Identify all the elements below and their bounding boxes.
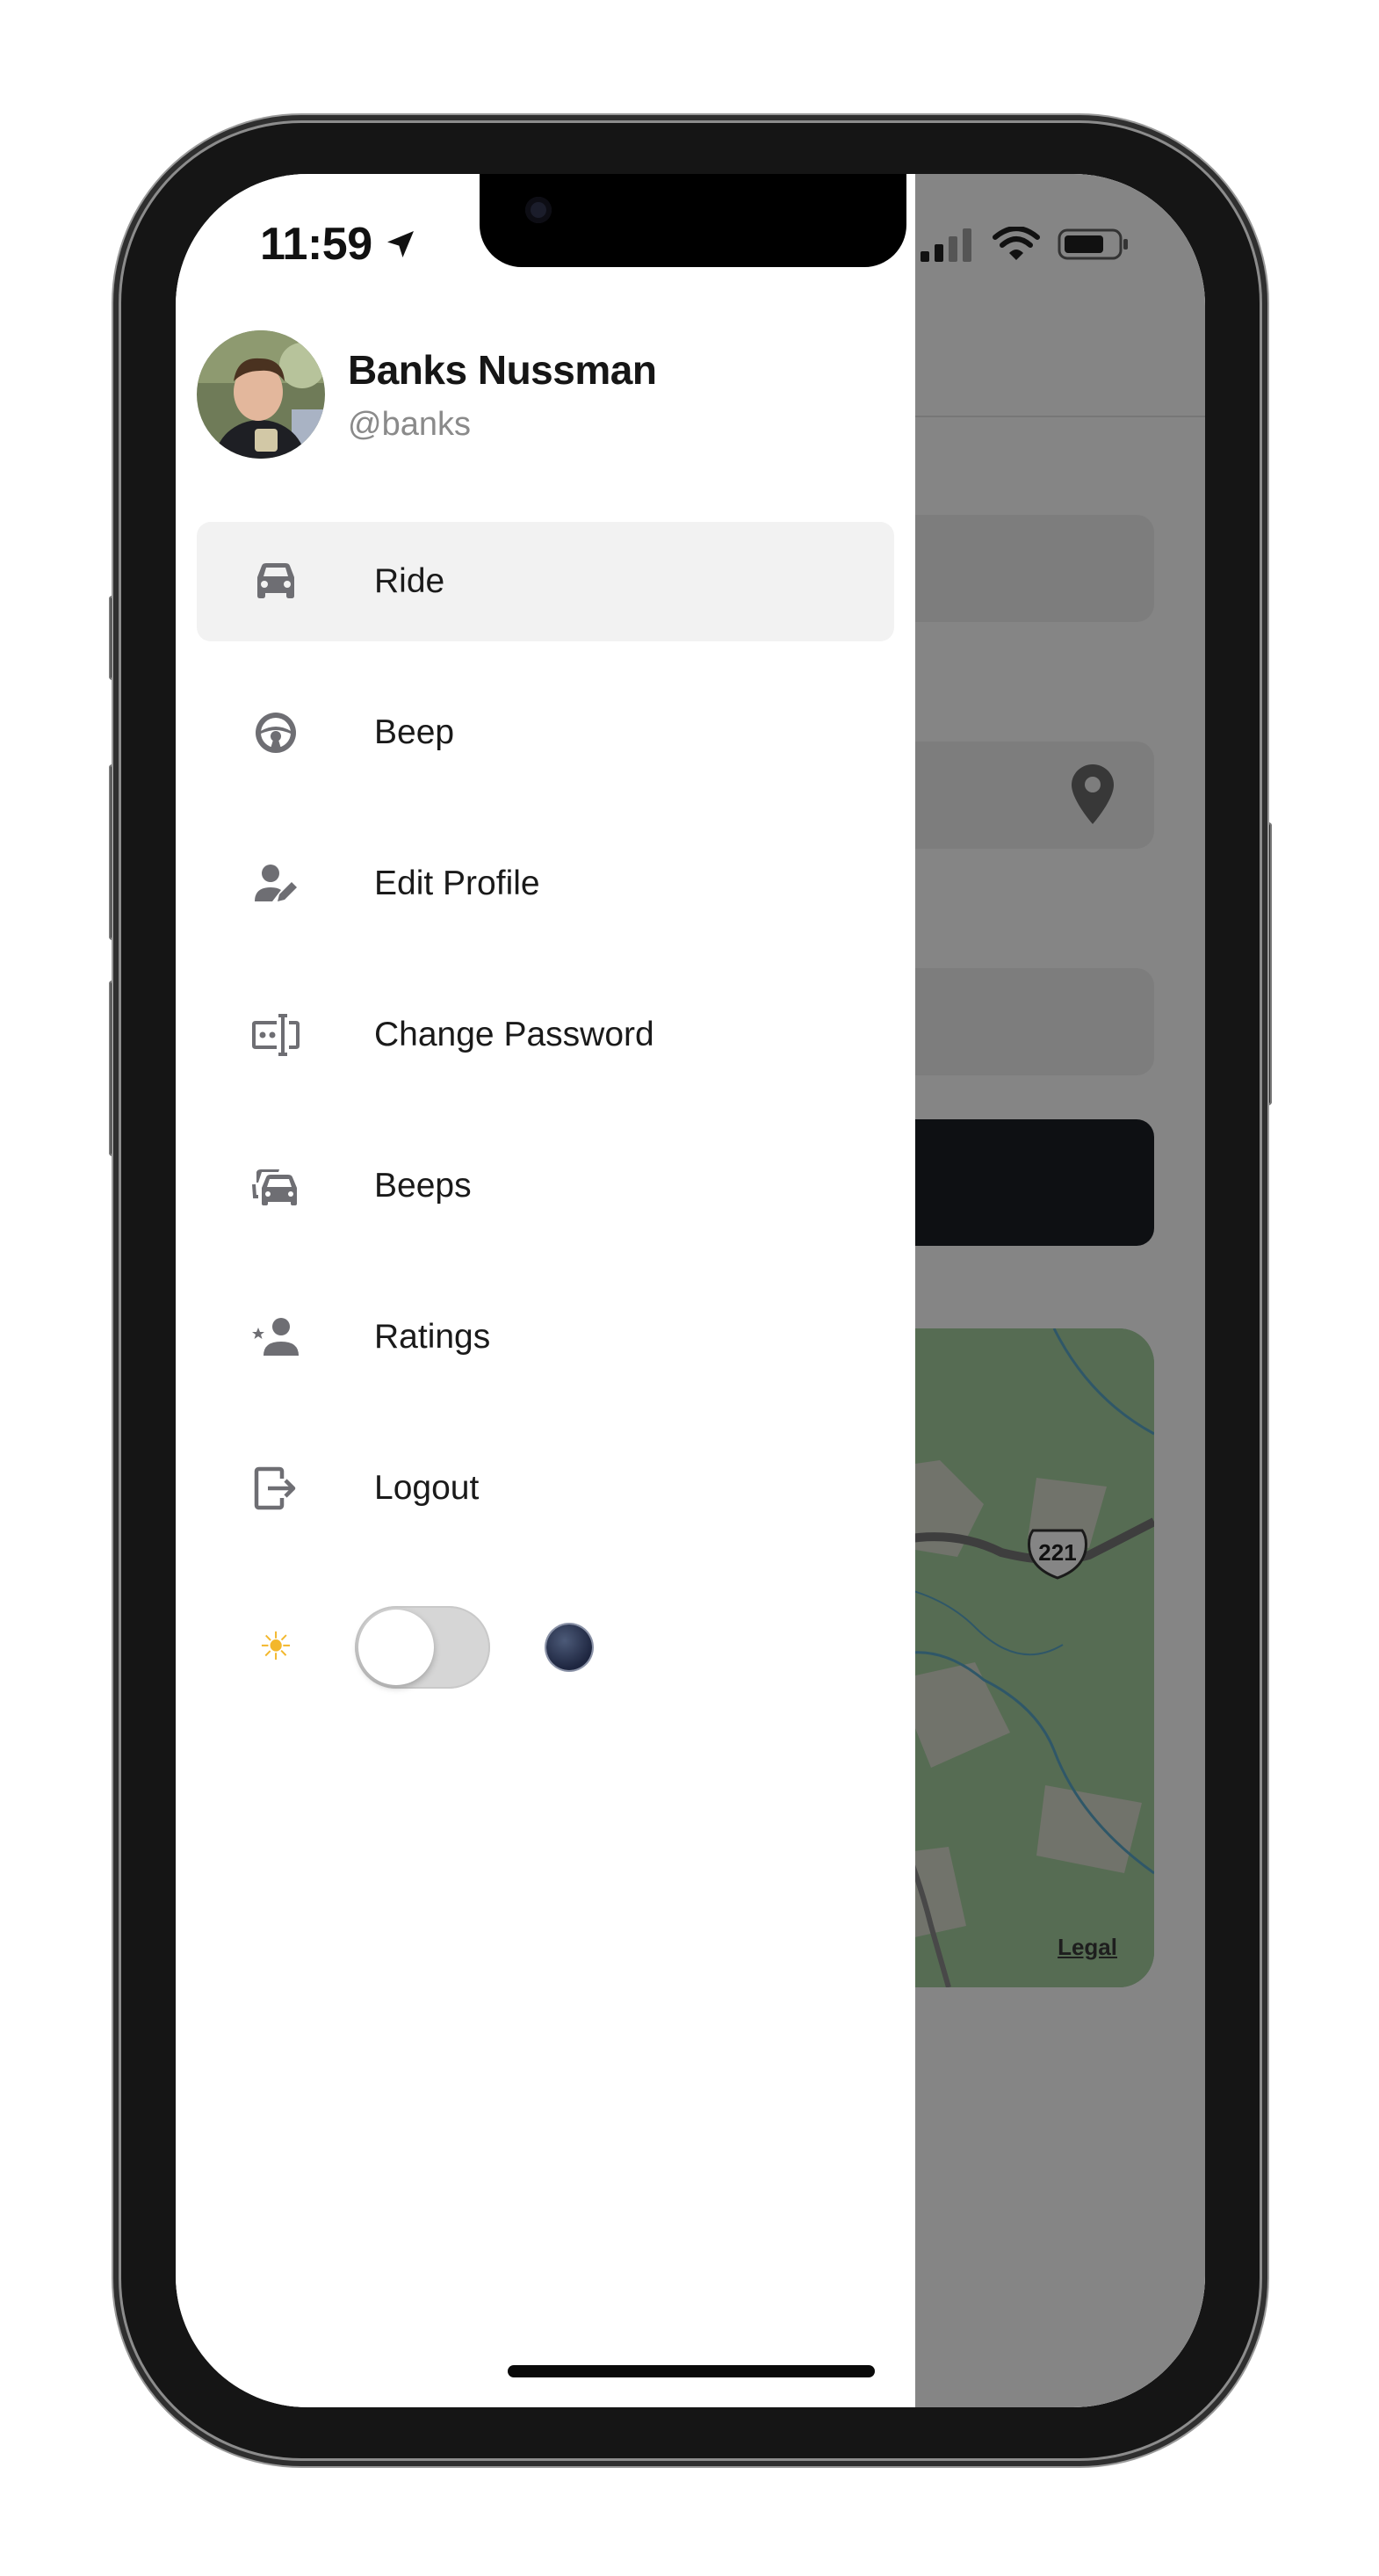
volume-up-button <box>109 764 119 940</box>
steering-wheel-icon <box>249 706 302 759</box>
menu-item-ride[interactable]: Ride <box>197 522 894 641</box>
battery-icon <box>1058 228 1128 260</box>
wifi-icon <box>993 227 1040 260</box>
avatar-photo <box>197 330 325 459</box>
car-icon <box>249 555 302 608</box>
menu-label-beep: Beep <box>374 713 455 751</box>
password-field-icon <box>249 1009 302 1061</box>
device-notch <box>480 174 906 267</box>
menu-label-change-password: Change Password <box>374 1016 654 1053</box>
front-camera <box>525 197 552 223</box>
theme-switcher: ☀ <box>251 1606 592 1689</box>
cars-multiple-icon <box>249 1160 302 1212</box>
menu-item-beeps[interactable]: Beeps <box>197 1126 894 1246</box>
menu-item-beep[interactable]: Beep <box>197 673 894 792</box>
home-indicator[interactable] <box>508 2365 875 2377</box>
account-star-icon <box>249 1311 302 1364</box>
status-time: 11:59 <box>260 219 372 270</box>
sun-icon: ☀ <box>258 1625 293 1668</box>
silent-switch <box>109 596 119 680</box>
user-avatar[interactable] <box>197 330 325 459</box>
menu-item-logout[interactable]: Logout <box>197 1429 894 1548</box>
menu-item-change-password[interactable]: Change Password <box>197 975 894 1095</box>
profile-name: Banks Nussman <box>348 346 657 393</box>
power-button <box>1261 822 1272 1105</box>
logout-icon <box>249 1462 302 1515</box>
menu-item-edit-profile[interactable]: Edit Profile <box>197 824 894 944</box>
volume-down-button <box>109 980 119 1156</box>
profile-header[interactable]: Banks Nussman @banks <box>197 330 657 459</box>
moon-icon <box>546 1624 592 1670</box>
dark-mode-toggle[interactable] <box>355 1606 490 1689</box>
phone-screen: 221 Legal 11:59 Banks Nussman @banks Rid… <box>176 174 1205 2407</box>
toggle-knob <box>358 1610 434 1685</box>
cellular-signal-icon <box>921 228 971 262</box>
menu-label-logout: Logout <box>374 1469 480 1507</box>
edit-profile-icon <box>249 857 302 910</box>
drawer-menu: Ride Beep Edit Profile Change Password B… <box>197 522 894 1580</box>
menu-label-beeps: Beeps <box>374 1167 472 1205</box>
menu-label-edit-profile: Edit Profile <box>374 865 540 902</box>
navigation-drawer: 11:59 Banks Nussman @banks Ride Beep Edi… <box>176 174 915 2407</box>
menu-item-ratings[interactable]: Ratings <box>197 1277 894 1397</box>
menu-label-ratings: Ratings <box>374 1318 491 1356</box>
status-bar-left: 11:59 <box>260 218 418 271</box>
location-arrow-icon <box>386 231 414 257</box>
profile-username: @banks <box>348 405 471 443</box>
menu-label-ride: Ride <box>374 562 445 600</box>
status-bar-right <box>921 225 1130 264</box>
